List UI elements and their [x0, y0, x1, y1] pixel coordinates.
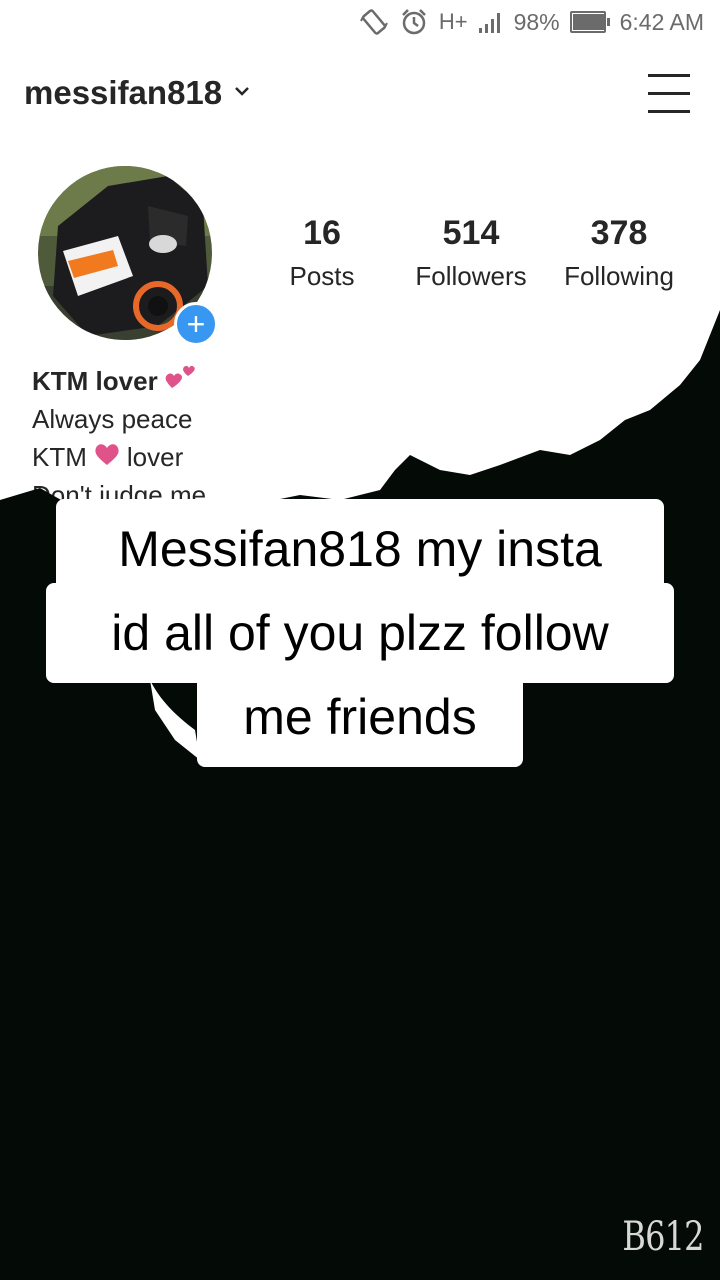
display-name: KTM lover [32, 366, 158, 396]
app-watermark: B612 [622, 1214, 705, 1260]
heart-icon [93, 438, 121, 476]
caption-line-3: me friends [197, 667, 523, 767]
profile-bio: KTM lover Always peace KTM lover Don't j… [32, 362, 206, 514]
stat-followers[interactable]: 514 Followers [406, 214, 536, 292]
battery-percent: 98% [513, 8, 560, 35]
chevron-down-icon [232, 84, 252, 103]
clock: 6:42 AM [619, 8, 704, 35]
profile-username: messifan818 [24, 74, 223, 111]
menu-button[interactable] [648, 74, 690, 114]
bio-line-2-start: KTM [32, 442, 87, 472]
battery-icon [569, 11, 610, 33]
plus-icon: + [186, 306, 206, 342]
followers-label: Followers [415, 261, 527, 291]
followers-count: 514 [442, 214, 500, 252]
stat-following[interactable]: 378 Following [554, 214, 684, 292]
alarm-icon [399, 7, 429, 37]
hamburger-icon [648, 74, 690, 77]
bio-line-1: Always peace [32, 404, 193, 434]
posts-count: 16 [303, 214, 341, 252]
profile-top-bar: messifan818 [0, 44, 720, 148]
following-count: 378 [590, 214, 648, 252]
status-bar: H+ 98% 6:42 AM [0, 0, 720, 44]
two-hearts-icon [164, 362, 198, 400]
network-type-icon: H+ [438, 9, 468, 34]
vibrate-icon [359, 7, 389, 37]
signal-icon [478, 10, 504, 34]
following-label: Following [564, 261, 674, 291]
add-story-button[interactable]: + [174, 302, 218, 346]
posts-label: Posts [289, 261, 355, 291]
stat-posts[interactable]: 16 Posts [272, 214, 372, 292]
account-switcher[interactable]: messifan818 [24, 74, 252, 112]
bio-line-2-end: lover [126, 442, 184, 472]
